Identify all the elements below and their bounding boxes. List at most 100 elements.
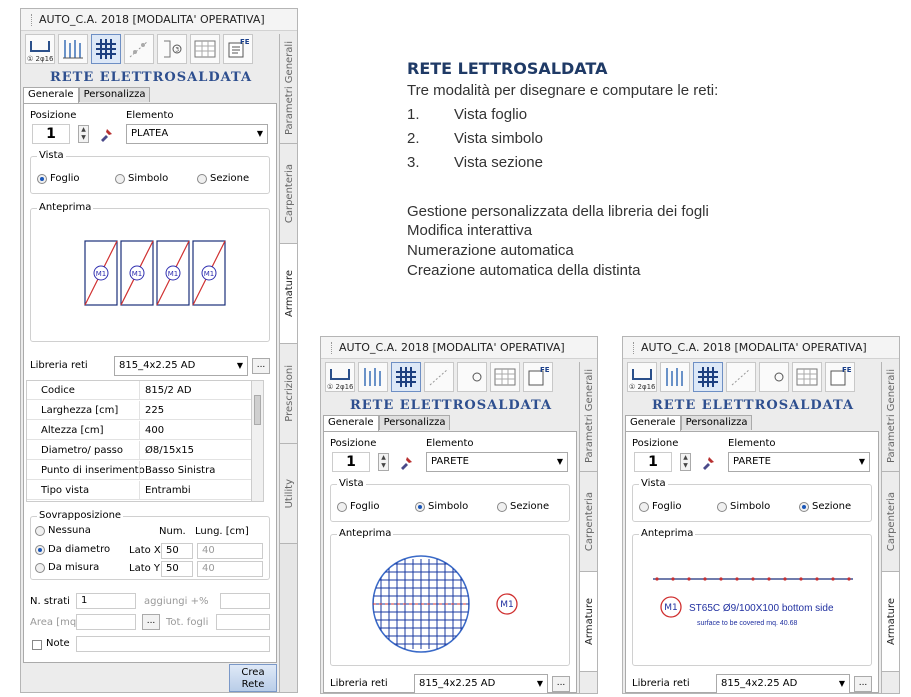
crea-rete-button[interactable]: Crea Rete (229, 664, 277, 692)
area-browse-button[interactable]: ... (142, 614, 160, 630)
fem-export-button[interactable]: FEM (223, 34, 253, 64)
radio-da-misura[interactable]: Da misura (35, 562, 99, 573)
posizione-spinner[interactable]: ▲ ▼ (78, 125, 89, 143)
connectors-tool-button[interactable] (124, 34, 154, 64)
table-row[interactable]: Larghezza [cm] 225 (27, 401, 251, 420)
radio-sezione[interactable]: Sezione (497, 501, 549, 512)
tab-personalizza[interactable]: Personalizza (378, 415, 451, 430)
radio-foglio[interactable]: Foglio (37, 173, 80, 184)
side-tab-parametri[interactable]: Parametri Generali (280, 34, 297, 144)
libreria-browse-button[interactable]: ... (552, 676, 570, 692)
note-input[interactable] (76, 636, 270, 652)
table-row[interactable]: Diametro/ passo Ø8/15x15 (27, 441, 251, 460)
table-row[interactable]: Codice 815/2 AD (27, 381, 251, 400)
radio-sezione[interactable]: Sezione (799, 501, 851, 512)
lato-y-num-input[interactable]: 50 (161, 561, 193, 577)
libreria-browse-button[interactable]: ... (854, 676, 872, 692)
stirrups-tool-button[interactable] (660, 362, 690, 392)
mesh-tool-button[interactable] (391, 362, 421, 392)
feature-item: Creazione automatica della distinta (407, 262, 641, 279)
table-row[interactable]: Tipo vista Entrambi (27, 481, 251, 500)
side-tab-prescrizioni[interactable] (882, 672, 899, 693)
radio-simbolo[interactable]: Simbolo (717, 501, 770, 512)
table-row[interactable]: Altezza [cm] 400 (27, 421, 251, 440)
schedule-tool-button[interactable] (490, 362, 520, 392)
feature-item: Modifica interattiva (407, 222, 533, 239)
side-tab-utility[interactable]: Utility (280, 444, 297, 544)
n-strati-input[interactable]: 1 (76, 593, 136, 609)
side-tab-prescrizioni[interactable]: Prescrizioni (280, 344, 297, 444)
numbering-tool-button[interactable] (759, 362, 789, 392)
rebar-tool-button[interactable]: ① 2φ16 (25, 34, 55, 64)
lato-y-lung-input[interactable]: 40 (197, 561, 263, 577)
schedule-tool-button[interactable] (190, 34, 220, 64)
posizione-field[interactable]: 1 (332, 452, 370, 472)
tab-personalizza[interactable]: Personalizza (680, 415, 753, 430)
window-title: AUTO_C.A. 2018 [MODALITA' OPERATIVA] (321, 337, 597, 359)
side-tab-prescrizioni[interactable] (580, 672, 597, 693)
posizione-field[interactable]: 1 (32, 124, 70, 144)
note-checkbox[interactable] (32, 640, 42, 650)
scrollbar-thumb[interactable] (254, 395, 261, 425)
fem-export-button[interactable]: FEM (825, 362, 855, 392)
numbering-tool-button[interactable]: 3 (157, 34, 187, 64)
rebar-tool-button[interactable]: ① 2φ16 (627, 362, 657, 392)
table-row[interactable]: Punto di inserimento Basso Sinistra (27, 461, 251, 480)
posizione-field[interactable]: 1 (634, 452, 672, 472)
radio-simbolo[interactable]: Simbolo (415, 501, 468, 512)
schedule-tool-button[interactable] (792, 362, 822, 392)
pick-button[interactable] (98, 125, 116, 143)
table-scrollbar[interactable] (251, 381, 263, 501)
mesh-tool-button[interactable] (693, 362, 723, 392)
fem-export-button[interactable]: FEM (523, 362, 553, 392)
elemento-select[interactable]: PARETE ▼ (728, 452, 870, 472)
anteprima-group: Anteprima M1 M1 M1 M1 (30, 202, 270, 342)
side-tab-armature[interactable]: Armature (280, 244, 297, 344)
tab-generale[interactable]: Generale (23, 87, 79, 103)
side-tab-carpenteria[interactable]: Carpenteria (280, 144, 297, 244)
libreria-select[interactable]: 815_4x2.25 AD ▼ (114, 356, 248, 376)
mesh-tool-button[interactable] (91, 34, 121, 64)
stirrups-tool-button[interactable] (58, 34, 88, 64)
pick-button[interactable] (398, 453, 416, 471)
elemento-label: Elemento (426, 438, 474, 449)
libreria-browse-button[interactable]: ... (252, 358, 270, 374)
connectors-tool-button[interactable] (726, 362, 756, 392)
side-tab-armature[interactable]: Armature (580, 572, 597, 672)
radio-sezione[interactable]: Sezione (197, 173, 249, 184)
tab-generale[interactable]: Generale (625, 415, 681, 431)
stirrups-tool-button[interactable] (358, 362, 388, 392)
side-tab-parametri[interactable]: Parametri Generali (882, 362, 899, 472)
side-tab-parametri-label: Parametri Generali (283, 41, 295, 136)
elemento-select[interactable]: PLATEA ▼ (126, 124, 268, 144)
lato-x-lung-input[interactable]: 40 (197, 543, 263, 559)
tot-fogli-input[interactable] (216, 614, 270, 630)
toolbar: ① 2φ16 3 FEM (25, 34, 253, 66)
pick-button[interactable] (700, 453, 718, 471)
libreria-select[interactable]: 815_4x2.25 AD ▼ (414, 674, 548, 693)
connectors-tool-button[interactable] (424, 362, 454, 392)
tab-personalizza[interactable]: Personalizza (78, 87, 151, 102)
radio-foglio[interactable]: Foglio (639, 501, 682, 512)
rebar-tool-button[interactable]: ① 2φ16 (325, 362, 355, 392)
side-tab-parametri[interactable]: Parametri Generali (580, 362, 597, 472)
side-tab-armature-label: Armature (885, 598, 897, 645)
radio-simbolo[interactable]: Simbolo (115, 173, 168, 184)
side-tab-carpenteria[interactable]: Carpenteria (882, 472, 899, 572)
posizione-spinner[interactable]: ▲ ▼ (378, 453, 389, 471)
radio-nessuna[interactable]: Nessuna (35, 525, 91, 536)
numbering-tool-button[interactable] (457, 362, 487, 392)
side-tab-carpenteria[interactable]: Carpenteria (580, 472, 597, 572)
libreria-select[interactable]: 815_4x2.25 AD ▼ (716, 674, 850, 693)
elemento-select[interactable]: PARETE ▼ (426, 452, 568, 472)
posizione-spinner[interactable]: ▲ ▼ (680, 453, 691, 471)
lato-x-num-input[interactable]: 50 (161, 543, 193, 559)
vista-legend: Vista (639, 478, 668, 489)
radio-foglio[interactable]: Foglio (337, 501, 380, 512)
aggiungi-input[interactable] (220, 593, 270, 609)
area-input[interactable] (76, 614, 136, 630)
tab-generale[interactable]: Generale (323, 415, 379, 431)
side-tab-parametri-label: Parametri Generali (583, 369, 595, 464)
radio-da-diametro[interactable]: Da diametro (35, 544, 110, 555)
side-tab-armature[interactable]: Armature (882, 572, 899, 672)
